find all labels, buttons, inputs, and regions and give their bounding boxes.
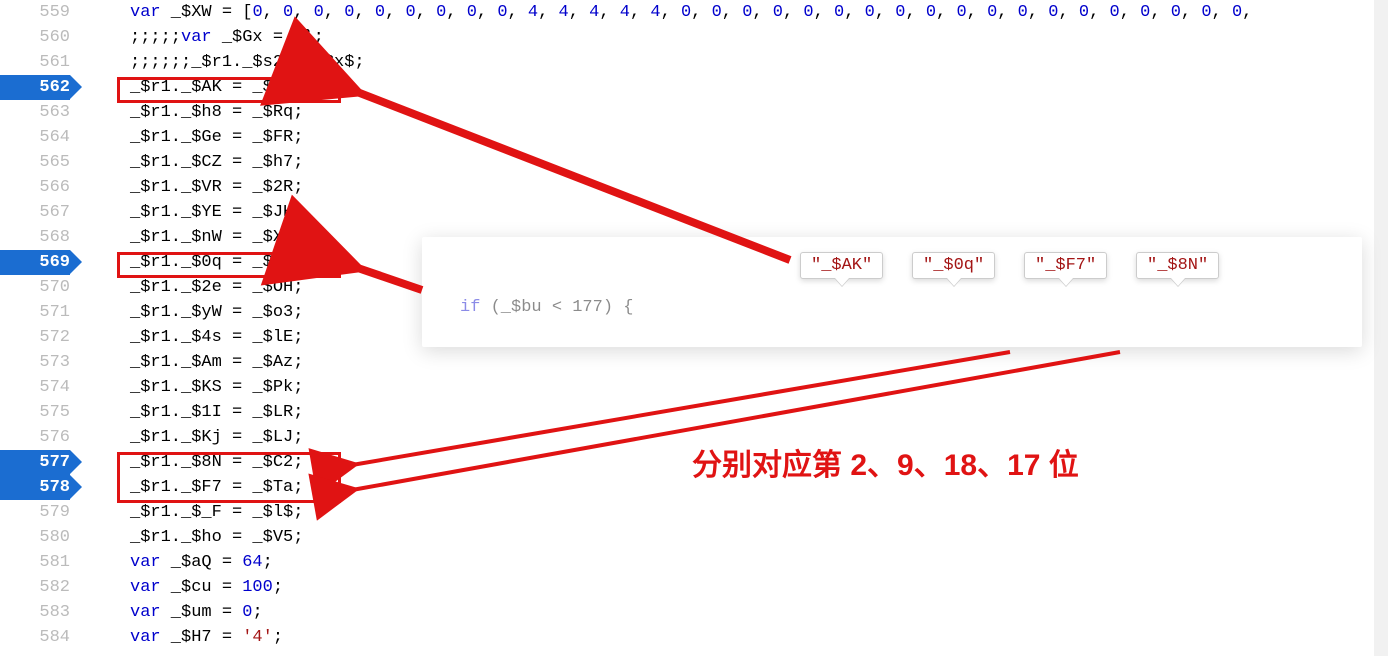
code-line[interactable]: _$r1._$YE = _$JH;: [130, 200, 1388, 225]
line-number[interactable]: 584: [0, 625, 70, 650]
line-number[interactable]: 583: [0, 600, 70, 625]
code-line[interactable]: _$r1._$VR = _$2R;: [130, 175, 1388, 200]
line-number[interactable]: 577: [0, 450, 70, 475]
line-number[interactable]: 579: [0, 500, 70, 525]
line-number[interactable]: 559: [0, 0, 70, 25]
line-number[interactable]: 563: [0, 100, 70, 125]
line-number[interactable]: 575: [0, 400, 70, 425]
line-number[interactable]: 574: [0, 375, 70, 400]
line-number[interactable]: 582: [0, 575, 70, 600]
annotation-text: 分别对应第 2、9、18、17 位: [692, 440, 1079, 484]
line-number[interactable]: 578: [0, 475, 70, 500]
kw-if: if: [460, 298, 480, 317]
line-number[interactable]: 566: [0, 175, 70, 200]
line-number[interactable]: 568: [0, 225, 70, 250]
code-line[interactable]: _$r1._$_F = _$l$;: [130, 500, 1388, 525]
tooltip-1: "_$AK": [800, 252, 883, 279]
tooltip-3: "_$F7": [1024, 252, 1107, 279]
line-number[interactable]: 580: [0, 525, 70, 550]
code-line[interactable]: var _$H7 = '4';: [130, 625, 1388, 650]
code-line[interactable]: _$r1._$CZ = _$h7;: [130, 150, 1388, 175]
code-line[interactable]: var _$XW = [0, 0, 0, 0, 0, 0, 0, 0, 0, 4…: [130, 0, 1388, 25]
line-number[interactable]: 570: [0, 275, 70, 300]
code-line[interactable]: var _$cu = 100;: [130, 575, 1388, 600]
line-number[interactable]: 560: [0, 25, 70, 50]
code-line[interactable]: ;;;;;;_$r1._$s2 = _$x$;: [130, 50, 1388, 75]
line-number[interactable]: 572: [0, 325, 70, 350]
evaluation-popup: if (_$bu < 177) { _$F3 = _$xE.length; } …: [422, 237, 1362, 347]
line-number[interactable]: 564: [0, 125, 70, 150]
code-line[interactable]: _$r1._$Ge = _$FR;: [130, 125, 1388, 150]
line-number[interactable]: 581: [0, 550, 70, 575]
line-number[interactable]: 562: [0, 75, 70, 100]
code-line[interactable]: _$r1._$h8 = _$Rq;: [130, 100, 1388, 125]
tooltip-4: "_$8N": [1136, 252, 1219, 279]
code-line[interactable]: var _$aQ = 64;: [130, 550, 1388, 575]
line-number[interactable]: 565: [0, 150, 70, 175]
line-number[interactable]: 569: [0, 250, 70, 275]
line-number[interactable]: 576: [0, 425, 70, 450]
code-line[interactable]: _$r1._$1I = _$LR;: [130, 400, 1388, 425]
line-number[interactable]: 571: [0, 300, 70, 325]
code-line[interactable]: var _$um = 0;: [130, 600, 1388, 625]
code-line[interactable]: _$r1._$ho = _$V5;: [130, 525, 1388, 550]
line-number[interactable]: 573: [0, 350, 70, 375]
line-number-gutter[interactable]: 5595605615625635645655665675685695705715…: [0, 0, 82, 656]
code-line[interactable]: _$r1._$KS = _$Pk;: [130, 375, 1388, 400]
line-number[interactable]: 561: [0, 50, 70, 75]
code-line[interactable]: _$r1._$AK = _$W2;: [130, 75, 1388, 100]
vertical-scrollbar[interactable]: [1374, 0, 1388, 656]
line-number[interactable]: 567: [0, 200, 70, 225]
tooltip-2: "_$0q": [912, 252, 995, 279]
code-line[interactable]: _$r1._$Am = _$Az;: [130, 350, 1388, 375]
code-line[interactable]: ;;;;;var _$Gx = {};: [130, 25, 1388, 50]
